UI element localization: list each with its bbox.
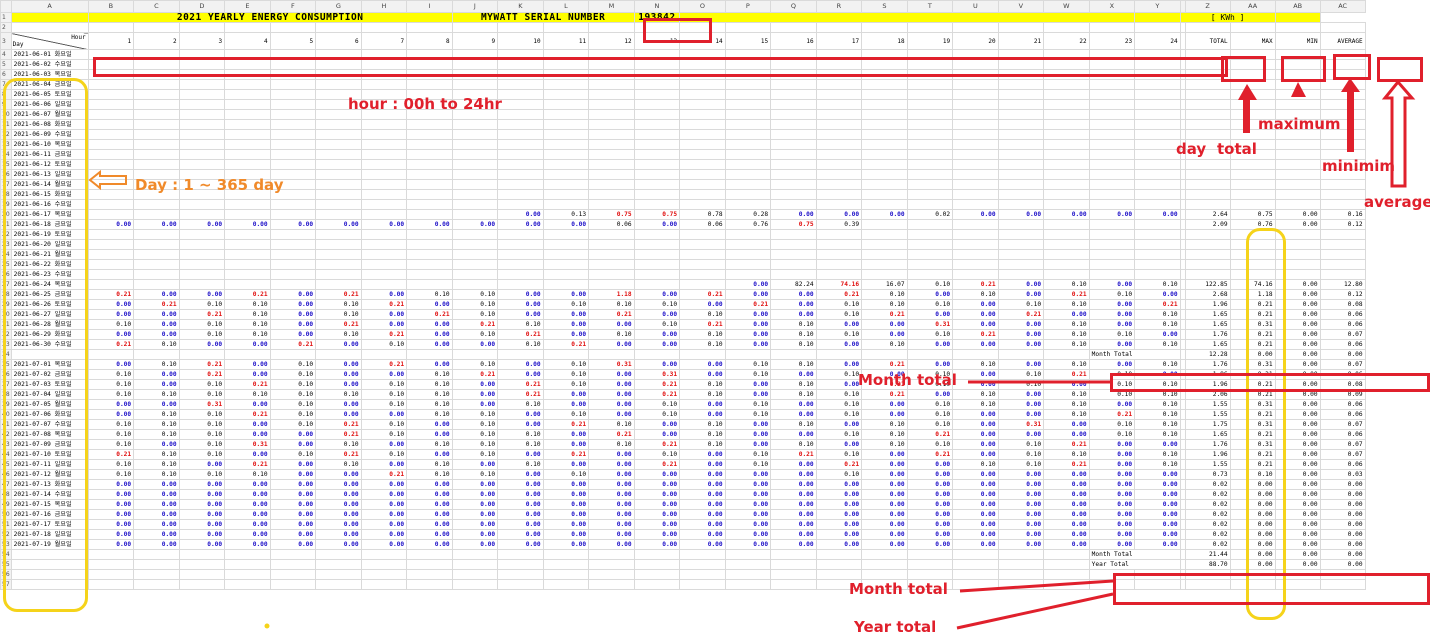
max-arrow-icon: [1291, 82, 1306, 97]
average-label: average: [1364, 193, 1430, 211]
total-arrow-icon: [1238, 84, 1257, 100]
annotation-arrows: [88, 78, 1416, 630]
min-arrow-icon: [1341, 78, 1360, 92]
minimum-label: minimim: [1322, 157, 1395, 175]
month-total-label-2: Month total: [849, 580, 948, 598]
month-total-label-1: Month total: [858, 371, 957, 389]
maximum-label: maximum: [1258, 115, 1341, 133]
year-total-label: Year total: [854, 618, 937, 636]
day-arrow-icon: [88, 169, 127, 191]
month-total-pointer-2: [959, 579, 1114, 593]
yellow-dot: [264, 623, 270, 629]
total-label: total: [1217, 140, 1257, 158]
hour-range-label: hour : 00h to 24hr: [348, 95, 502, 113]
day-range-label: Day : 1 ~ 365 day: [135, 176, 284, 194]
day-label: day: [1176, 140, 1207, 158]
year-total-pointer: [956, 592, 1114, 630]
